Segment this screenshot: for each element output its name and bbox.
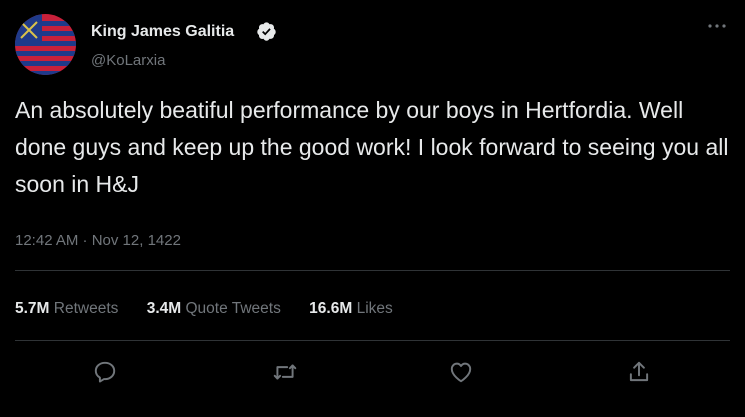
tweet-text: An absolutely beatiful performance by ou… [15, 97, 729, 197]
likes-stat[interactable]: 16.6M Likes [309, 299, 393, 319]
author-handle[interactable]: @KoLarxia [91, 52, 165, 70]
flag-avatar-icon [15, 14, 76, 75]
quote-tweets-count: 3.4M [146, 300, 182, 317]
reply-icon[interactable] [92, 359, 118, 385]
quote-tweets-label: Quote Tweets [185, 300, 281, 317]
divider [15, 340, 730, 341]
quote-tweets-stat[interactable]: 3.4M Quote Tweets [147, 299, 281, 319]
avatar[interactable] [15, 14, 76, 75]
share-icon[interactable] [626, 359, 652, 385]
retweets-stat[interactable]: 5.7M Retweets [15, 299, 118, 319]
tweet-stats: 5.7M Retweets 3.4M Quote Tweets 16.6M Li… [15, 299, 417, 319]
verified-badge-icon [256, 21, 277, 42]
retweet-icon[interactable] [272, 359, 298, 385]
tweet-card: King James Galitia @KoLarxia An absolute… [0, 0, 745, 417]
retweets-count: 5.7M [15, 300, 50, 317]
divider [15, 270, 730, 271]
like-icon[interactable] [448, 359, 474, 385]
retweets-label: Retweets [53, 300, 119, 317]
likes-label: Likes [356, 300, 393, 317]
likes-count: 16.6M [309, 300, 353, 317]
tweet-timestamp[interactable]: 12:42 AM · Nov 12, 1422 [15, 231, 181, 251]
more-options-icon[interactable] [705, 14, 729, 38]
author-name[interactable]: King James Galitia [91, 22, 234, 42]
